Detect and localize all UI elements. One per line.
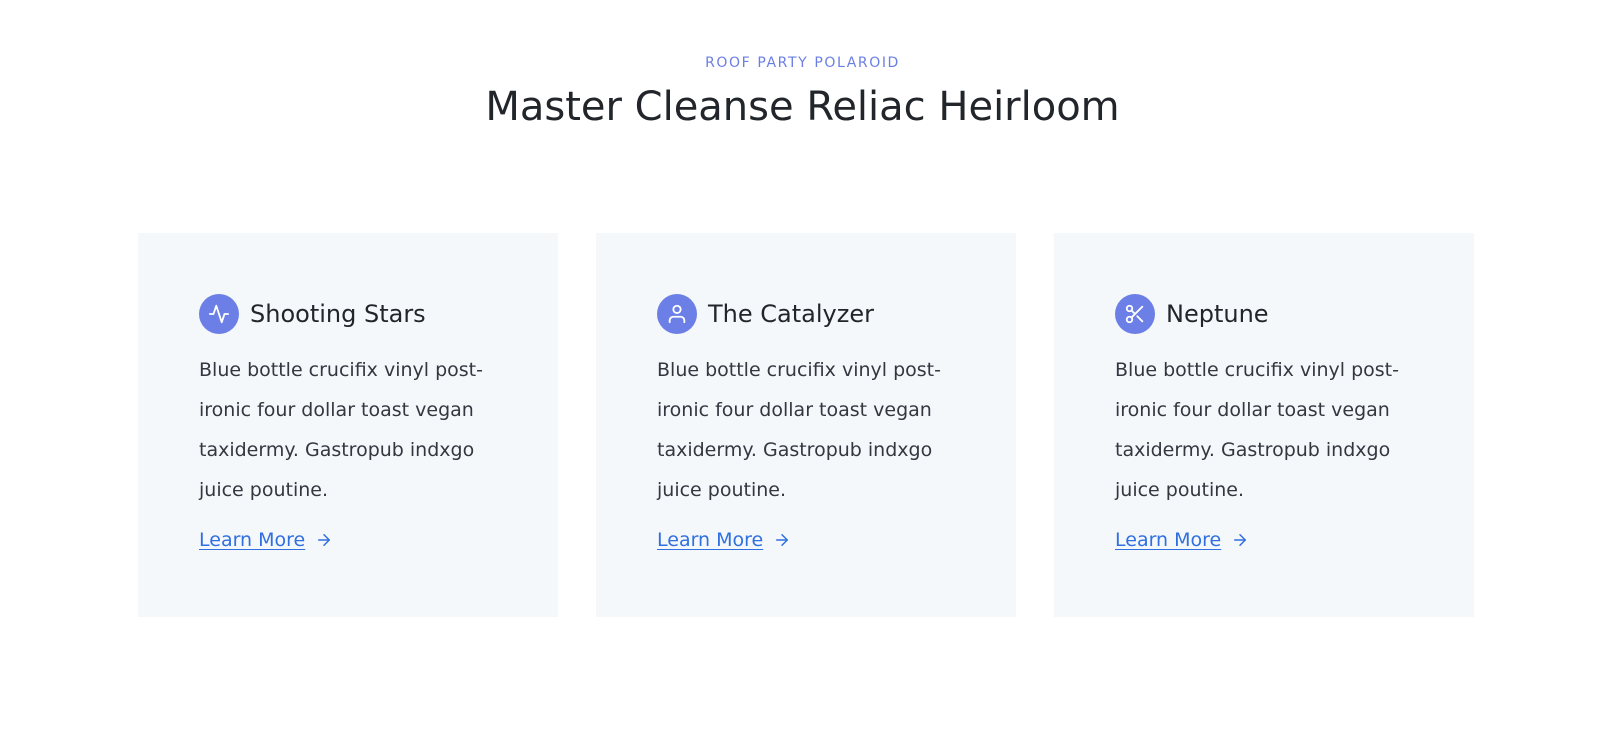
card-title: The Catalyzer	[708, 300, 874, 328]
learn-more-label: Learn More	[199, 529, 306, 551]
arrow-right-icon	[776, 534, 789, 546]
card-description: Blue bottle crucifix vinyl post-ironic f…	[1115, 359, 1399, 501]
learn-more-label: Learn More	[1115, 529, 1222, 551]
feature-card: Shooting Stars Blue bottle crucifix viny…	[138, 233, 558, 617]
card-header: Neptune	[1115, 294, 1269, 334]
section-title: Master Cleanse Reliac Heirloom	[485, 84, 1120, 130]
feature-card: The Catalyzer Blue bottle crucifix vinyl…	[596, 233, 1016, 617]
card-header: The Catalyzer	[657, 294, 874, 334]
card-title: Shooting Stars	[250, 300, 426, 328]
learn-more-link[interactable]: Learn More	[657, 529, 791, 551]
learn-more-label: Learn More	[657, 529, 764, 551]
pulse-icon	[199, 294, 239, 334]
card-description: Blue bottle crucifix vinyl post-ironic f…	[199, 359, 483, 501]
learn-more-link[interactable]: Learn More	[199, 529, 333, 551]
card-header: Shooting Stars	[199, 294, 426, 334]
scissors-icon	[1115, 294, 1155, 334]
arrow-right-icon	[318, 534, 331, 546]
feature-card: Neptune Blue bottle crucifix vinyl post-…	[1054, 233, 1474, 617]
user-icon	[657, 294, 697, 334]
card-title: Neptune	[1166, 300, 1269, 328]
learn-more-link[interactable]: Learn More	[1115, 529, 1249, 551]
card-description: Blue bottle crucifix vinyl post-ironic f…	[657, 359, 941, 501]
section-eyebrow: ROOF PARTY POLAROID	[705, 55, 900, 71]
arrow-right-icon	[1234, 534, 1247, 546]
